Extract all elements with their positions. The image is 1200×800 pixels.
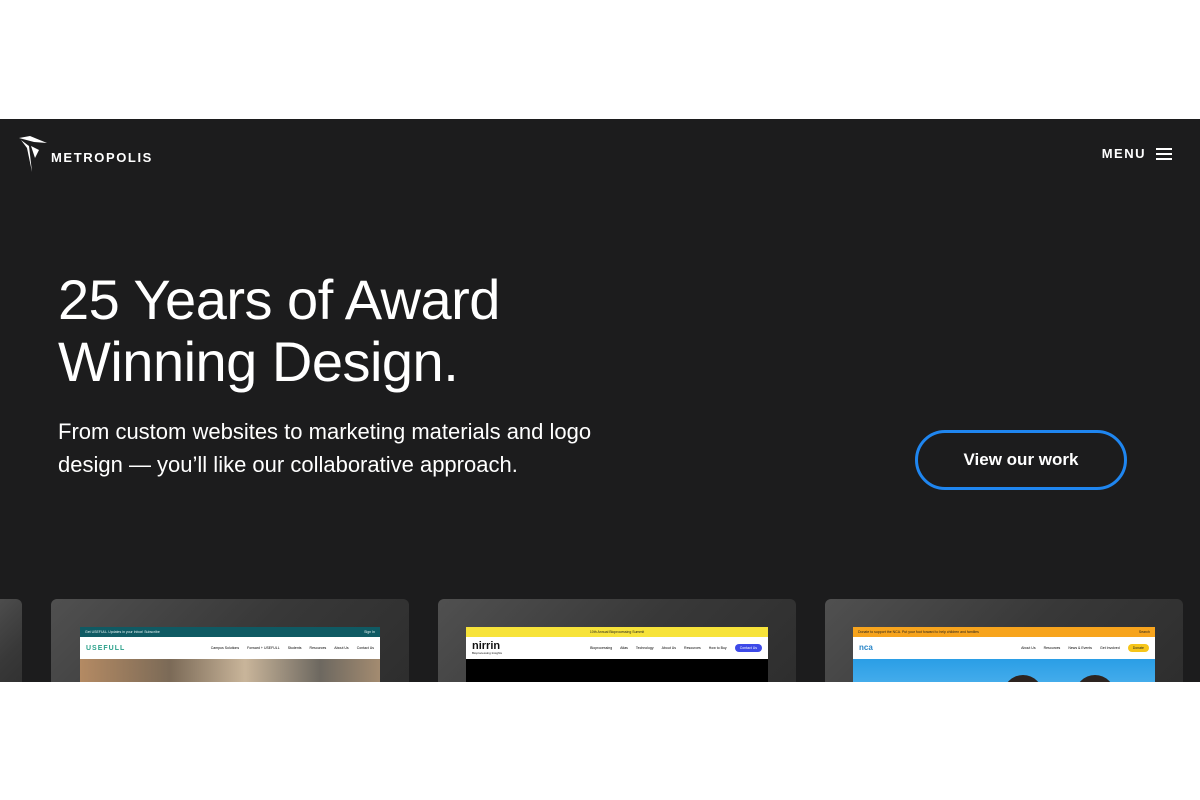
nirrin-contact-button: Contact Us: [734, 644, 762, 652]
nca-nav-links: About Us Resources News & Events Get Inv…: [1021, 644, 1149, 652]
usefull-nav-item: Students: [287, 646, 302, 650]
nca-nav-item: News & Events: [1068, 646, 1093, 650]
usefull-logo: USEFULL: [86, 644, 126, 652]
menu-button[interactable]: MENU: [1102, 146, 1172, 161]
hero-headline: 25 Years of Award Winning Design.: [58, 269, 618, 393]
usefull-nav-item: Forward + USEFULL: [247, 646, 280, 650]
usefull-nav-item: About Us: [334, 646, 349, 650]
usefull-nav-item: Resources: [309, 646, 327, 650]
nca-nav-item: About Us: [1021, 646, 1036, 650]
nirrin-nav-item: Bioprocessing: [590, 646, 613, 650]
nca-nav-item: Get Involved: [1100, 646, 1120, 650]
usefull-nav-item: Campus Solutions: [210, 646, 240, 650]
nca-hero-image: [853, 659, 1155, 682]
usefull-navbar: USEFULL Campus Solutions Forward + USEFU…: [80, 637, 380, 659]
usefull-site-preview: Get USEFULL Updates in your Inbox! Subsc…: [80, 627, 380, 682]
nirrin-hero-image: [466, 659, 768, 682]
nirrin-announcement-bar: 10th Annual Bioprocessing Summit: [466, 627, 768, 637]
portfolio-card-partial[interactable]: [0, 599, 22, 682]
subtext-line-2: design — you’ll like our collaborative a…: [58, 452, 518, 477]
usefull-sign-in: Sign In: [364, 630, 375, 634]
brand-name: METROPOLIS: [51, 149, 153, 165]
usefull-announcement-text: Get USEFULL Updates in your Inbox! Subsc…: [85, 630, 160, 634]
nca-announcement-text: Donate to support the NCA. Put your foot…: [858, 630, 979, 634]
headline-line-1: 25 Years of Award: [58, 268, 500, 331]
headline-line-2: Winning Design.: [58, 330, 459, 393]
view-our-work-button[interactable]: View our work: [915, 430, 1127, 490]
hamburger-icon: [1156, 147, 1172, 161]
subtext-line-1: From custom websites to marketing materi…: [58, 419, 592, 444]
nirrin-nav-item: Resources: [684, 646, 701, 650]
nca-nav-item: Resources: [1043, 646, 1061, 650]
nirrin-nav-item: About Us: [661, 646, 677, 650]
nirrin-nav-item: Atlas: [620, 646, 628, 650]
hero-section: METROPOLIS MENU 25 Years of Award Winnin…: [0, 119, 1200, 682]
nca-announcement-bar: Donate to support the NCA. Put your foot…: [853, 627, 1155, 637]
portfolio-card-nirrin[interactable]: 10th Annual Bioprocessing Summit nirrin …: [438, 599, 796, 682]
nca-site-preview: Donate to support the NCA. Put your foot…: [853, 627, 1155, 682]
nirrin-navbar: nirrin Bioprocessing Insights Bioprocess…: [466, 637, 768, 659]
nirrin-announcement-text: 10th Annual Bioprocessing Summit: [589, 630, 645, 634]
metropolis-mark-icon: [18, 134, 48, 174]
nca-donate-button: Donate: [1127, 644, 1149, 652]
menu-label: MENU: [1101, 146, 1146, 161]
nirrin-nav-item: Technology: [635, 646, 654, 650]
nirrin-logo: nirrin Bioprocessing Insights: [472, 641, 503, 656]
usefull-nav-links: Campus Solutions Forward + USEFULL Stude…: [211, 646, 374, 650]
usefull-hero-image: [80, 659, 380, 682]
usefull-nav-item: Contact Us: [356, 646, 374, 650]
nirrin-logo-tagline: Bioprocessing Insights: [472, 651, 503, 655]
usefull-announcement-bar: Get USEFULL Updates in your Inbox! Subsc…: [80, 627, 380, 637]
nca-logo: nca: [859, 643, 873, 652]
nirrin-nav-links: Bioprocessing Atlas Technology About Us …: [590, 644, 762, 652]
brand-logo[interactable]: METROPOLIS: [18, 134, 153, 174]
hero-subtext: From custom websites to marketing materi…: [58, 415, 658, 481]
nca-search: Search: [1138, 630, 1150, 634]
portfolio-card-usefull[interactable]: Get USEFULL Updates in your Inbox! Subsc…: [51, 599, 409, 682]
portfolio-card-nca[interactable]: Donate to support the NCA. Put your foot…: [825, 599, 1183, 682]
nirrin-nav-item: How to Buy: [708, 646, 727, 650]
nca-navbar: nca About Us Resources News & Events Get…: [853, 637, 1155, 659]
nirrin-site-preview: 10th Annual Bioprocessing Summit nirrin …: [466, 627, 768, 682]
nca-photo-person: [1003, 675, 1043, 682]
nca-photo-person: [1075, 675, 1115, 682]
